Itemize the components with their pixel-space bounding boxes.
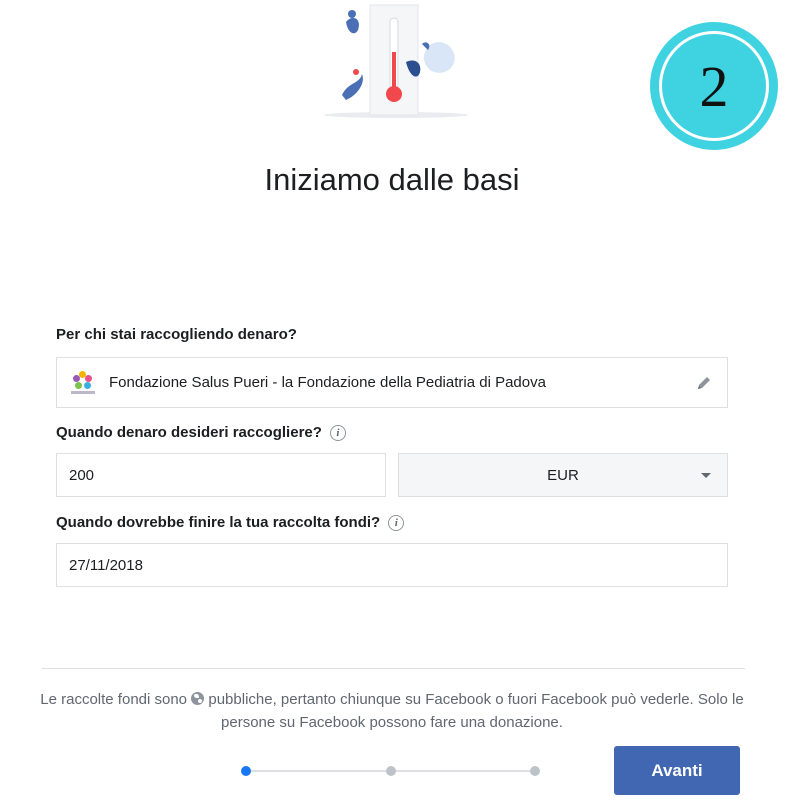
beneficiary-field[interactable]: Fondazione Salus Pueri - la Fondazione d… <box>56 357 728 408</box>
chevron-down-icon <box>701 473 711 478</box>
step-progress <box>240 764 540 778</box>
progress-dot-2 <box>386 766 396 776</box>
page-title: Iniziamo dalle basi <box>264 162 520 197</box>
end-date-value: 27/11/2018 <box>69 556 143 574</box>
step-number-badge: 2 <box>650 22 778 150</box>
amount-input[interactable]: 200 <box>56 453 386 497</box>
amount-label-text: Quando denaro desideri raccogliere? <box>56 424 322 441</box>
info-icon[interactable]: i <box>329 424 346 441</box>
step-number: 2 <box>699 54 729 119</box>
beneficiary-name: Fondazione Salus Pueri - la Fondazione d… <box>109 374 546 391</box>
next-button[interactable]: Avanti <box>614 746 740 795</box>
progress-dot-3 <box>530 766 540 776</box>
beneficiary-label: Per chi stai raccogliendo denaro? <box>56 326 297 343</box>
public-notice: Le raccolte fondi sono pubbliche, pertan… <box>40 688 744 734</box>
progress-dot-1 <box>241 766 251 776</box>
amount-value: 200 <box>69 466 95 484</box>
footer-divider <box>42 668 745 669</box>
end-date-label: Quando dovrebbe finire la tua raccolta f… <box>56 514 405 531</box>
end-date-label-text: Quando dovrebbe finire la tua raccolta f… <box>56 514 381 531</box>
notice-text-start: Le raccolte fondi sono <box>40 691 188 708</box>
pencil-icon[interactable] <box>695 374 713 392</box>
notice-text-end: pubbliche, pertanto chiunque su Facebook… <box>208 691 744 731</box>
info-icon[interactable]: i <box>388 514 405 531</box>
currency-value: EUR <box>547 466 579 484</box>
organization-logo-icon <box>71 370 95 395</box>
globe-icon <box>191 692 205 705</box>
fundraiser-illustration <box>324 4 468 118</box>
amount-label: Quando denaro desideri raccogliere? i <box>56 424 346 441</box>
end-date-input[interactable]: 27/11/2018 <box>56 543 728 587</box>
currency-select[interactable]: EUR <box>398 453 728 497</box>
